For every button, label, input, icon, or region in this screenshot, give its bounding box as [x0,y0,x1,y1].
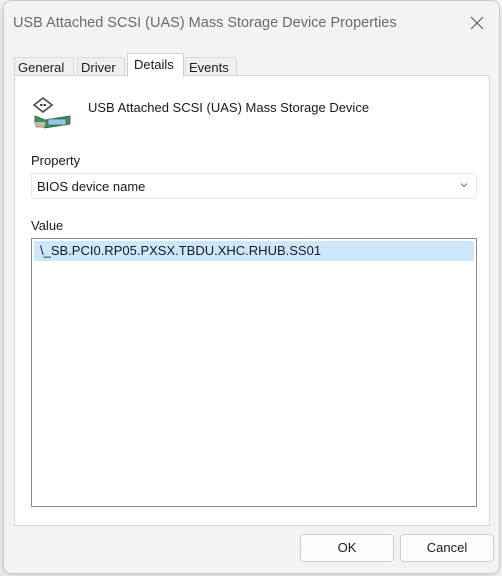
tab-events[interactable]: Events [185,57,237,77]
value-list-item[interactable]: \_SB.PCI0.RP05.PXSX.TBDU.XHC.RHUB.SS01 [34,241,474,261]
tab-details[interactable]: Details [127,53,184,77]
device-name: USB Attached SCSI (UAS) Mass Storage Dev… [88,100,370,115]
tab-driver[interactable]: Driver [77,57,125,77]
properties-dialog: USB Attached SCSI (UAS) Mass Storage Dev… [3,0,500,574]
close-icon [470,16,484,30]
window-title: USB Attached SCSI (UAS) Mass Storage Dev… [13,15,397,31]
property-label: Property [31,153,81,168]
close-button[interactable] [455,1,499,45]
property-dropdown[interactable]: BIOS device name [31,173,477,199]
cancel-button[interactable]: Cancel [400,534,494,562]
details-panel: USB Attached SCSI (UAS) Mass Storage Dev… [14,75,490,526]
tab-general[interactable]: General [14,57,74,77]
ok-button[interactable]: OK [300,534,394,562]
property-selected-value: BIOS device name [37,179,146,194]
usb-storage-device-icon [32,96,71,129]
value-label: Value [31,218,64,233]
title-bar: USB Attached SCSI (UAS) Mass Storage Dev… [4,1,499,45]
chevron-down-icon [460,183,468,188]
value-listbox[interactable]: \_SB.PCI0.RP05.PXSX.TBDU.XHC.RHUB.SS01 [31,238,477,507]
